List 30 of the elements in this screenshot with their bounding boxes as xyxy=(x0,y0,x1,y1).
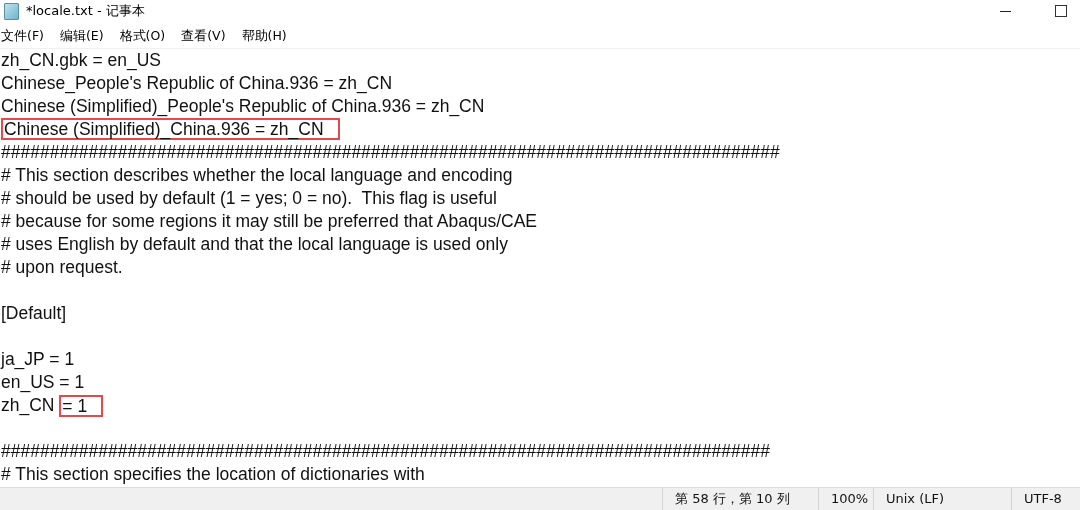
menu-item[interactable]: 编辑(E) xyxy=(58,28,105,45)
status-field: Unix (LF) xyxy=(873,488,1011,510)
menu-item[interactable]: 格式(O) xyxy=(118,28,167,45)
text-line: # should be used by default (1 = yes; 0 = no). This flag is useful xyxy=(1,188,497,208)
text-line: Chinese (Simplified)_People's Republic of China.936 = zh_CN xyxy=(1,96,485,116)
text-line: # This section describes whether the local language and encoding xyxy=(1,165,513,185)
text-line: ja_JP = 1 xyxy=(1,349,75,369)
text-line: # upon request. xyxy=(1,257,123,277)
text-line: zh_CN.gbk = en_US xyxy=(1,50,162,70)
maximize-icon[interactable] xyxy=(1055,5,1067,17)
status-field: 第 58 行，第 10 列 xyxy=(662,488,818,510)
text-line: # This section specifies the location of dictionaries with xyxy=(1,464,425,484)
text-line: en_US = 1 xyxy=(1,372,85,392)
menu-item[interactable]: 帮助(H) xyxy=(240,28,288,45)
window-title: *locale.txt - 记事本 xyxy=(26,2,145,20)
status-field: UTF-8 xyxy=(1011,488,1080,510)
text-line: ################################################################################ xyxy=(1,142,780,162)
notepad-icon xyxy=(4,2,19,20)
menu-item[interactable]: 文件(F) xyxy=(0,28,45,45)
text-line: # uses English by default and that the local language is used only xyxy=(1,234,508,254)
minimize-icon[interactable] xyxy=(999,10,1011,12)
highlighted-text: = 1 xyxy=(59,395,104,418)
text-line: [Default] xyxy=(1,303,67,323)
highlighted-text: Chinese (Simplified)_China.936 = zh_CN xyxy=(1,118,340,140)
status-field: 100% xyxy=(818,488,873,510)
text-line: Chinese_People's Republic of China.936 = zh_CN xyxy=(1,73,392,93)
text-line: zh_CN xyxy=(1,395,56,415)
menu-item[interactable]: 查看(V) xyxy=(180,28,227,45)
text-line: ############################################################################### xyxy=(1,441,770,461)
text-line: # because for some regions it may still be preferred that Abaqus/CAE xyxy=(1,211,537,231)
